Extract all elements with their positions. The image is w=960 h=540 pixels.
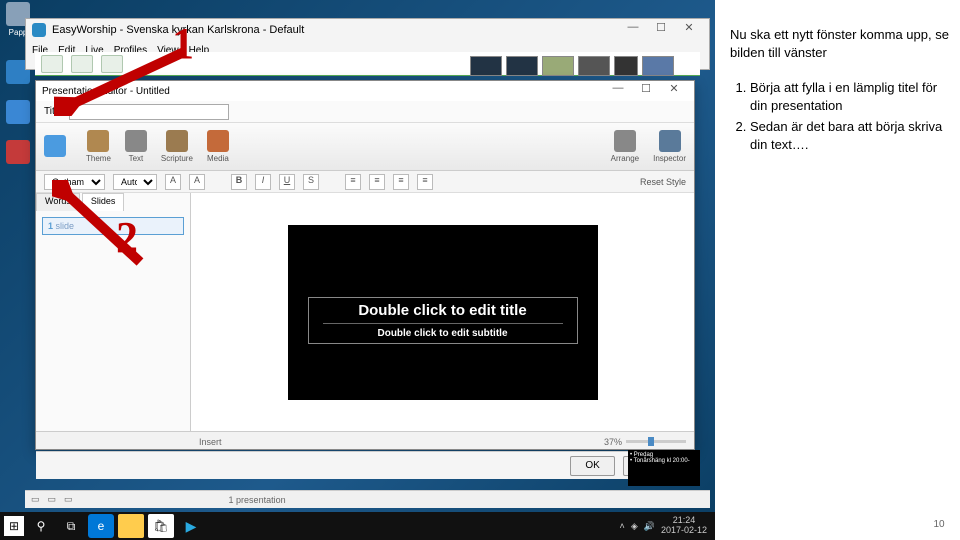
editor-status-bar: Insert 37% — [36, 431, 694, 451]
slide-list-item[interactable]: 1 slide — [42, 217, 184, 235]
editor-button-bar: OK Cancel — [36, 451, 694, 479]
minimize-button[interactable]: — — [619, 21, 647, 39]
preview-thumbnails — [470, 56, 674, 76]
edge-icon[interactable]: e — [88, 514, 114, 538]
zoom-slider[interactable] — [626, 440, 686, 443]
preview-thumb-6[interactable] — [642, 56, 674, 76]
editor-sidebar: Words Slides 1 slide — [36, 193, 191, 431]
format-toolbar: Gotham Auto A A B I U S ≡ ≡ ≡ ≡ Reset St… — [36, 171, 694, 193]
toolbar-button-2[interactable] — [71, 55, 93, 73]
search-icon[interactable]: ⚲ — [28, 514, 54, 538]
toolbar-button-3[interactable] — [101, 55, 123, 73]
presentation-editor-window: Presentation Editor - Untitled — ☐ ✕ Tit… — [35, 80, 695, 450]
preview-thumb-2[interactable] — [506, 56, 538, 76]
preview-line-2: • Tonårshäng kl 20:00- — [630, 458, 698, 464]
align-left-button[interactable]: ≡ — [345, 174, 361, 190]
tray-chevron-icon[interactable]: ˄ — [620, 521, 625, 531]
desktop-shortcut-2[interactable] — [4, 100, 32, 126]
editor-close-button[interactable]: ✕ — [660, 82, 688, 100]
preview-thumb-4[interactable] — [578, 56, 610, 76]
save-button[interactable] — [44, 135, 66, 159]
instruction-item-2: Sedan är det bara att börja skriva din t… — [750, 118, 950, 153]
align-justify-button[interactable]: ≡ — [417, 174, 433, 190]
tab-words[interactable]: Words — [36, 193, 80, 211]
strike-button[interactable]: S — [303, 174, 319, 190]
toolbar-button-1[interactable] — [41, 55, 63, 73]
slide-canvas[interactable]: Double click to edit title Double click … — [288, 225, 598, 400]
editor-maximize-button[interactable]: ☐ — [632, 82, 660, 100]
main-status-bar: ▭ ▭ ▭ 1 presentation — [25, 490, 710, 508]
title-field-label: Title — [44, 106, 63, 117]
font-increase-button[interactable]: A — [189, 174, 205, 190]
ok-button[interactable]: OK — [570, 456, 614, 476]
text-button[interactable]: Text — [125, 130, 147, 163]
instruction-list: Börja att fylla i en lämplig titel för d… — [730, 79, 950, 153]
slide-number: 1 — [48, 221, 53, 231]
theme-button[interactable]: Theme — [86, 130, 111, 163]
tray-network-icon[interactable]: ◈ — [631, 521, 638, 532]
editor-window-title: Presentation Editor - Untitled — [42, 86, 170, 97]
inspector-button[interactable]: Inspector — [653, 130, 686, 163]
arrange-button[interactable]: Arrange — [611, 130, 639, 163]
slide-label: slide — [56, 221, 75, 231]
theme-label: Theme — [86, 154, 111, 163]
preview-thumb-5[interactable] — [614, 56, 638, 76]
close-button[interactable]: ✕ — [675, 21, 703, 39]
scripture-button[interactable]: Scripture — [161, 130, 193, 163]
bold-button[interactable]: B — [231, 174, 247, 190]
annotation-number-1: 1 — [172, 18, 194, 69]
layout-icon-1[interactable]: ▭ — [31, 494, 40, 505]
insert-mode-label: Insert — [199, 437, 222, 447]
tray-volume-icon[interactable]: 🔊 — [644, 521, 655, 532]
media-button[interactable]: Media — [207, 130, 229, 163]
font-select[interactable]: Gotham — [44, 174, 105, 190]
instruction-panel: Nu ska ett nytt fönster komma upp, se bi… — [720, 0, 960, 540]
annotation-number-2: 2 — [116, 212, 138, 263]
media-label: Media — [207, 154, 229, 163]
system-tray[interactable]: ˄ ◈ 🔊 21:24 2017-02-12 — [620, 516, 715, 536]
schedule-preview-thumb[interactable]: • Predag • Tonårshäng kl 20:00- — [628, 450, 700, 486]
scripture-label: Scripture — [161, 154, 193, 163]
editor-canvas-area: Double click to edit title Double click … — [191, 193, 694, 431]
store-icon[interactable]: 🛍 — [148, 514, 174, 538]
slide-title-placeholder: Double click to edit title — [313, 302, 573, 319]
layout-icon-3[interactable]: ▭ — [64, 494, 73, 505]
easyworship-app-icon — [32, 23, 46, 37]
title-input[interactable] — [69, 104, 229, 120]
instruction-item-1: Börja att fylla i en lämplig titel för d… — [750, 79, 950, 114]
desktop-shortcut-3[interactable] — [4, 140, 32, 166]
underline-button[interactable]: U — [279, 174, 295, 190]
media-app-icon[interactable]: ▶ — [178, 514, 204, 538]
presentation-count: 1 presentation — [229, 495, 286, 505]
maximize-button[interactable]: ☐ — [647, 21, 675, 39]
text-label: Text — [125, 154, 147, 163]
align-right-button[interactable]: ≡ — [393, 174, 409, 190]
zoom-value: 37% — [604, 437, 622, 447]
size-select[interactable]: Auto — [113, 174, 157, 190]
inspector-label: Inspector — [653, 154, 686, 163]
slide-title-box[interactable]: Double click to edit title Double click … — [308, 297, 578, 344]
windows-taskbar: ⊞ ⚲ ⧉ e 🛍 ▶ ˄ ◈ 🔊 21:24 2017-02-12 — [0, 512, 715, 540]
italic-button[interactable]: I — [255, 174, 271, 190]
instruction-lead: Nu ska ett nytt fönster komma upp, se bi… — [730, 26, 950, 61]
start-button[interactable]: ⊞ — [4, 516, 24, 536]
font-decrease-button[interactable]: A — [165, 174, 181, 190]
taskview-icon[interactable]: ⧉ — [58, 514, 84, 538]
taskbar-clock[interactable]: 21:24 2017-02-12 — [661, 516, 707, 536]
preview-thumb-1[interactable] — [470, 56, 502, 76]
arrange-label: Arrange — [611, 154, 639, 163]
explorer-icon[interactable] — [118, 514, 144, 538]
tab-slides[interactable]: Slides — [82, 193, 125, 211]
editor-minimize-button[interactable]: — — [604, 82, 632, 100]
reset-style-button[interactable]: Reset Style — [640, 177, 686, 187]
editor-ribbon: Theme Text Scripture Media Arrange Inspe… — [36, 123, 694, 171]
layout-icon-2[interactable]: ▭ — [48, 494, 57, 505]
clock-date: 2017-02-12 — [661, 526, 707, 536]
preview-thumb-3[interactable] — [542, 56, 574, 76]
page-indicator: 10 — [930, 516, 948, 534]
slide-subtitle-placeholder: Double click to edit subtitle — [313, 328, 573, 339]
align-center-button[interactable]: ≡ — [369, 174, 385, 190]
